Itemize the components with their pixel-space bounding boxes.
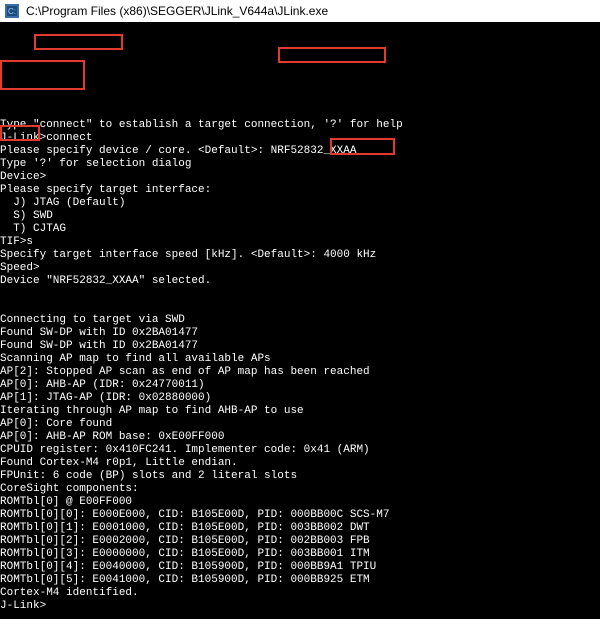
terminal-line: Device "NRF52832_XXAA" selected. <box>0 275 600 288</box>
terminal-line: Speed> <box>0 262 600 275</box>
terminal-line: AP[0]: AHB-AP (IDR: 0x24770011) <box>0 379 600 392</box>
terminal-line: Iterating through AP map to find AHB-AP … <box>0 405 600 418</box>
terminal-line: Cortex-M4 identified. <box>0 587 600 600</box>
window-title-bar: C: C:\Program Files (x86)\SEGGER\JLink_V… <box>0 0 600 22</box>
terminal-line: Type '?' for selection dialog <box>0 158 600 171</box>
terminal-line: AP[1]: JTAG-AP (IDR: 0x02880000) <box>0 392 600 405</box>
terminal-line: TIF>s <box>0 236 600 249</box>
terminal-line: J-Link> <box>0 600 600 613</box>
terminal-line: CoreSight components: <box>0 483 600 496</box>
terminal-line: Scanning AP map to find all available AP… <box>0 353 600 366</box>
terminal-line: ROMTbl[0][1]: E0001000, CID: B105E00D, P… <box>0 522 600 535</box>
terminal-line: ROMTbl[0][3]: E0000000, CID: B105E00D, P… <box>0 548 600 561</box>
terminal-line: Found SW-DP with ID 0x2BA01477 <box>0 340 600 353</box>
terminal-line: AP[0]: AHB-AP ROM base: 0xE00FF000 <box>0 431 600 444</box>
terminal-line: Type "connect" to establish a target con… <box>0 119 600 132</box>
terminal-line: Found Cortex-M4 r0p1, Little endian. <box>0 457 600 470</box>
terminal-line: Please specify target interface: <box>0 184 600 197</box>
app-icon: C: <box>4 3 20 19</box>
terminal-line: ROMTbl[0] @ E00FF000 <box>0 496 600 509</box>
terminal-line <box>0 288 600 301</box>
terminal-line: S) SWD <box>0 210 600 223</box>
terminal-line: J-Link>connect <box>0 132 600 145</box>
terminal-line: T) CJTAG <box>0 223 600 236</box>
terminal-line: ROMTbl[0][2]: E0002000, CID: B105E00D, P… <box>0 535 600 548</box>
terminal-line <box>0 106 600 119</box>
terminal-line: Please specify device / core. <Default>:… <box>0 145 600 158</box>
highlight-connect <box>34 34 123 50</box>
terminal-line: J) JTAG (Default) <box>0 197 600 210</box>
terminal-line <box>0 301 600 314</box>
terminal-line: ROMTbl[0][0]: E000E000, CID: B105E00D, P… <box>0 509 600 522</box>
terminal-line: Found SW-DP with ID 0x2BA01477 <box>0 327 600 340</box>
highlight-device <box>278 47 386 63</box>
terminal-line: AP[0]: Core found <box>0 418 600 431</box>
terminal-line: Device> <box>0 171 600 184</box>
terminal-line: Specify target interface speed [kHz]. <D… <box>0 249 600 262</box>
terminal-line: ROMTbl[0][4]: E0040000, CID: B105900D, P… <box>0 561 600 574</box>
terminal-line: CPUID register: 0x410FC241. Implementer … <box>0 444 600 457</box>
terminal-line: AP[2]: Stopped AP scan as end of AP map … <box>0 366 600 379</box>
terminal-output[interactable]: Type "connect" to establish a target con… <box>0 22 600 619</box>
svg-text:C:: C: <box>8 7 16 16</box>
window-title: C:\Program Files (x86)\SEGGER\JLink_V644… <box>26 4 328 18</box>
terminal-line: ROMTbl[0][5]: E0041000, CID: B105900D, P… <box>0 574 600 587</box>
terminal-line: Connecting to target via SWD <box>0 314 600 327</box>
highlight-device-prompt <box>0 60 85 90</box>
terminal-line: FPUnit: 6 code (BP) slots and 2 literal … <box>0 470 600 483</box>
